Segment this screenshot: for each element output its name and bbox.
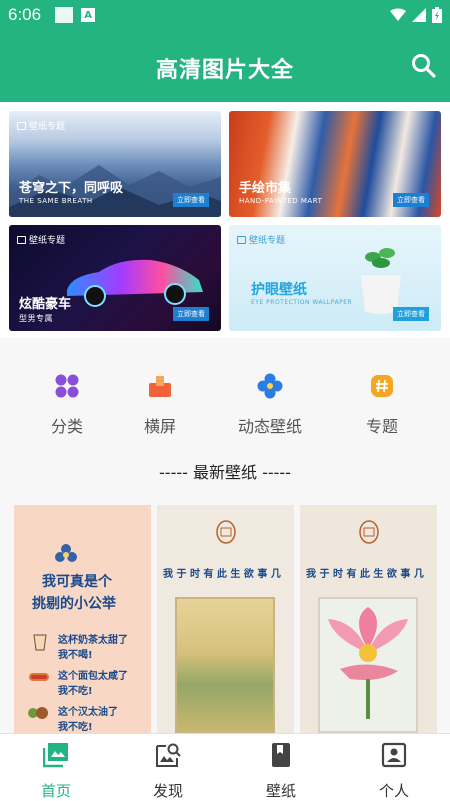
banner-tag: 壁纸专题 <box>17 119 65 132</box>
category-label: 专题 <box>365 417 398 436</box>
battery-icon <box>432 7 442 23</box>
banner-view-button[interactable]: 立即查看 <box>173 307 209 321</box>
category-topic[interactable]: 专题 <box>337 373 427 437</box>
banner-cars[interactable]: 壁纸专题 炫酷豪车 型男专属 立即查看 <box>9 225 221 331</box>
lotus-painting <box>175 597 275 733</box>
banner-tag: 壁纸专题 <box>17 233 65 246</box>
app-notification-icon: A <box>81 8 96 22</box>
milk-tea-icon <box>33 634 47 651</box>
wifi-icon <box>390 8 406 21</box>
tab-label: 发现 <box>152 782 183 800</box>
wallpaper-text: 我 于 时 有 此 生 欲 事 几 <box>306 569 424 580</box>
image-gallery-icon <box>42 743 68 768</box>
wallpaper-card[interactable]: 我可真是个 挑剔的小公举 这杯奶茶太甜了 我不喝! 这个面包太咸了 我不吃! 这… <box>14 505 151 733</box>
notification-icon <box>55 7 74 23</box>
wallpaper-text: 这杯奶茶太甜了 <box>58 635 128 646</box>
tab-wallpaper[interactable]: 壁纸 <box>241 742 321 801</box>
banner-title: 苍穹之下，同呼吸 <box>19 181 124 196</box>
wallpaper-text: 这个面包太咸了 <box>58 671 128 682</box>
tab-home[interactable]: 首页 <box>16 742 96 801</box>
wallpaper-text: 我不喝! <box>58 650 93 661</box>
banner-title: 护眼壁纸 <box>251 282 307 298</box>
banner-subtitle: EYE PROTECTION WALLPAPER <box>251 299 353 306</box>
seal-stamp <box>359 520 379 544</box>
category-label: 分类 <box>50 417 83 436</box>
category-label: 动态壁纸 <box>237 417 302 436</box>
hashtag-icon <box>371 375 393 397</box>
wallpaper-text: 这个汉太油了 <box>58 707 118 718</box>
page-title: 高清图片大全 <box>155 58 294 83</box>
tab-discover[interactable]: 发现 <box>128 742 208 801</box>
tab-label: 个人 <box>378 782 409 800</box>
person-icon <box>381 742 407 768</box>
banner-handpainted[interactable]: 手绘市集 HAND-PAINTED MART 立即查看 <box>229 111 441 217</box>
category-label: 横屏 <box>143 417 176 436</box>
signal-icon <box>412 8 426 22</box>
banner-eye-protection[interactable]: 壁纸专题 护眼壁纸 EYE PROTECTION WALLPAPER 立即查看 <box>229 225 441 331</box>
flower-icon <box>257 373 283 399</box>
tab-label: 壁纸 <box>265 782 296 800</box>
banner-subtitle: 型男专属 <box>19 314 53 323</box>
search-button[interactable] <box>410 52 438 80</box>
wallpaper-grid: 我可真是个 挑剔的小公举 这杯奶茶太甜了 我不喝! 这个面包太咸了 我不吃! 这… <box>14 505 438 733</box>
banner-title: 手绘市集 <box>239 181 292 196</box>
wallpaper-text: 我可真是个 <box>42 574 112 590</box>
flower-decoration <box>55 544 77 562</box>
search-icon <box>412 54 436 78</box>
section-title: ----- 最新壁纸 ----- <box>159 463 291 482</box>
status-bar: 6:06 A <box>0 0 450 30</box>
wallpaper-text: 我 于 时 有 此 生 欲 事 几 <box>163 569 281 580</box>
banner-breath[interactable]: 壁纸专题 苍穹之下，同呼吸 THE SAME BREATH 立即查看 <box>9 111 221 217</box>
tab-label: 首页 <box>40 782 71 800</box>
image-search-icon <box>156 743 181 767</box>
banner-tag: 壁纸专题 <box>237 233 285 246</box>
wallpaper-text: 我不吃! <box>58 686 93 697</box>
wallpaper-text: 我不吃! <box>58 722 93 733</box>
car-illustration <box>67 259 203 307</box>
banner-view-button[interactable]: 立即查看 <box>173 193 209 207</box>
book-icon <box>272 743 290 767</box>
food-bowl-icon <box>28 707 48 719</box>
grid-icon <box>55 374 79 398</box>
hotdog-icon <box>29 673 49 681</box>
category-live-wallpaper[interactable]: 动态壁纸 <box>225 373 315 437</box>
category-row: 分类 横屏 动态壁纸 专题 <box>0 338 450 448</box>
banner-subtitle: HAND-PAINTED MART <box>239 197 323 205</box>
seal-stamp <box>216 520 236 544</box>
banner-title: 炫酷豪车 <box>19 297 72 312</box>
banner-grid: 壁纸专题 苍穹之下，同呼吸 THE SAME BREATH 立即查看 手绘市集 … <box>0 102 450 338</box>
lotus-painting <box>318 597 418 733</box>
banner-view-button[interactable]: 立即查看 <box>393 307 429 321</box>
category-landscape[interactable]: 横屏 <box>115 373 205 437</box>
tab-profile[interactable]: 个人 <box>354 742 434 801</box>
banner-view-button[interactable]: 立即查看 <box>393 193 429 207</box>
bottom-nav: 首页 发现 壁纸 个人 <box>0 733 450 801</box>
category-classify[interactable]: 分类 <box>22 373 112 437</box>
wallpaper-card[interactable]: 我 于 时 有 此 生 欲 事 几 <box>157 505 294 733</box>
wallpaper-card[interactable]: 我 于 时 有 此 生 欲 事 几 <box>300 505 437 733</box>
app-bar: 高清图片大全 <box>0 30 450 102</box>
wallpaper-text: 挑剔的小公举 <box>32 596 116 612</box>
landscape-icon <box>149 376 171 397</box>
banner-subtitle: THE SAME BREATH <box>19 197 93 205</box>
status-time: 6:06 <box>8 5 42 24</box>
